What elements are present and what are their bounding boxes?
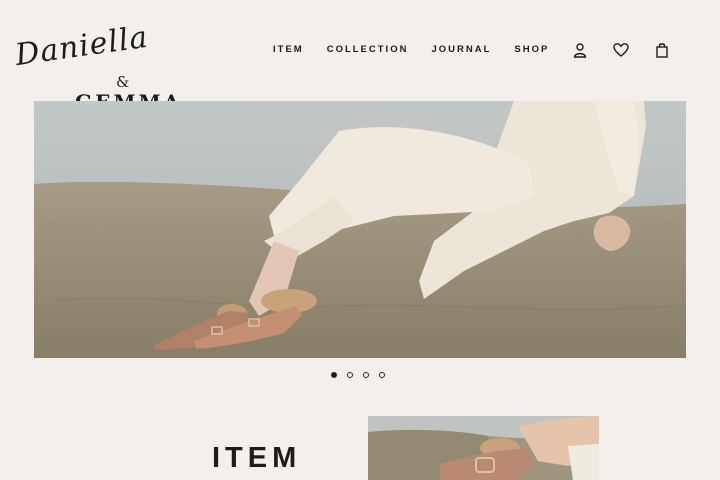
main-nav: ITEM COLLECTION JOURNAL SHOP (273, 44, 549, 55)
nav-item-journal[interactable]: JOURNAL (431, 44, 491, 55)
carousel-dots (331, 372, 385, 378)
carousel-dot-1[interactable] (331, 372, 337, 378)
nav-item-item[interactable]: ITEM (273, 44, 304, 55)
logo-ampersand: & (116, 73, 130, 91)
carousel-dot-3[interactable] (363, 372, 369, 378)
carousel-dot-4[interactable] (379, 372, 385, 378)
hero-banner[interactable] (34, 101, 686, 358)
hero-image (34, 101, 686, 358)
shopping-bag-icon[interactable] (654, 42, 670, 58)
heart-icon[interactable] (613, 42, 629, 58)
product-photo (368, 416, 599, 480)
header-icons (572, 42, 670, 58)
logo-script-text: Daniella (13, 19, 151, 73)
nav-item-shop[interactable]: SHOP (514, 44, 549, 55)
nav-item-collection[interactable]: COLLECTION (327, 44, 409, 55)
site-header: Daniella & GEMMA ITEM COLLECTION JOURNAL… (0, 0, 720, 114)
user-icon[interactable] (572, 42, 588, 58)
item-product-image[interactable] (368, 416, 599, 480)
carousel-dot-2[interactable] (347, 372, 353, 378)
item-section-heading: ITEM (212, 442, 302, 474)
